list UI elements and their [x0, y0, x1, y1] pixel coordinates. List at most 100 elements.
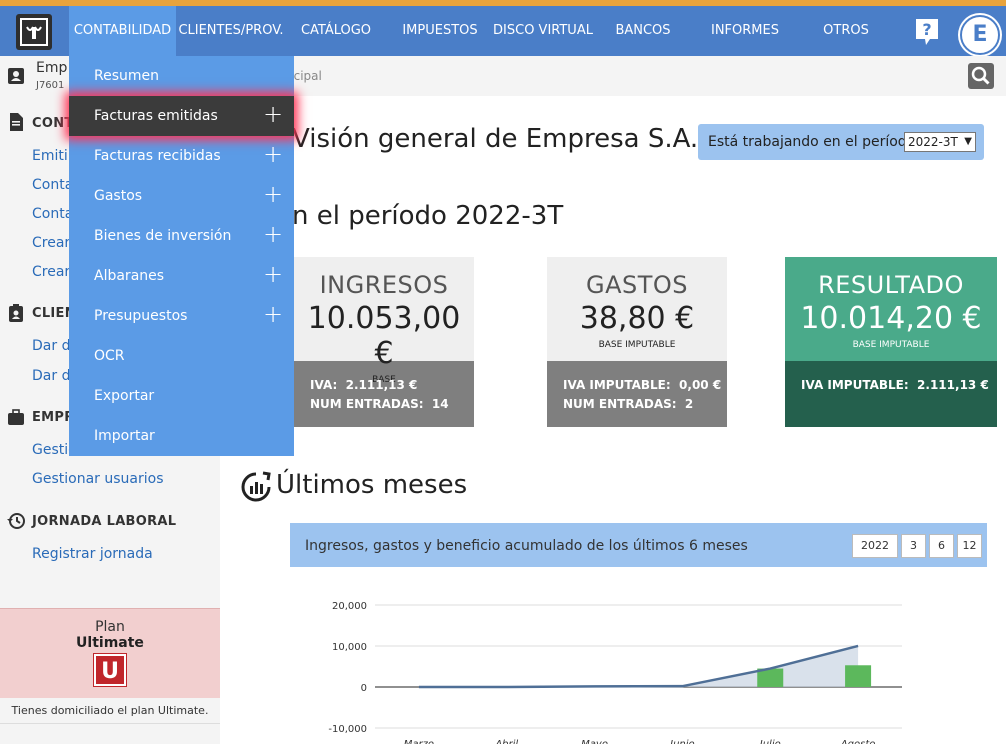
plus-icon[interactable]: + — [263, 222, 283, 246]
dropdown-item[interactable]: OCR — [69, 336, 294, 376]
dropdown-item[interactable]: Gastos + — [69, 176, 294, 216]
plan-box[interactable]: Plan Ultimate U — [0, 608, 220, 698]
dropdown-item[interactable]: Facturas emitidas + — [69, 96, 294, 136]
range-button-3[interactable]: 3 — [901, 534, 926, 558]
dropdown-item[interactable]: Importar — [69, 416, 294, 456]
nav-catalogo[interactable]: CATÁLOGO — [290, 6, 382, 56]
bar — [845, 665, 872, 687]
card-label: RESULTADO — [818, 271, 964, 299]
range-button-6[interactable]: 6 — [929, 534, 954, 558]
sidebar-link-registrar-jornada[interactable]: Registrar jornada — [32, 546, 153, 562]
plus-icon[interactable]: + — [263, 182, 283, 206]
dropdown-item-label: Facturas emitidas — [94, 108, 218, 124]
app-logo[interactable] — [16, 14, 52, 50]
chart-refresh-icon — [241, 471, 271, 502]
dropdown-item-label: Facturas recibidas — [94, 148, 221, 164]
nav-informes[interactable]: INFORMES — [700, 6, 790, 56]
plan-note: Tienes domiciliado el plan Ultimate. — [0, 698, 220, 724]
chart-panel: Ingresos, gastos y beneficio acumulado d… — [290, 523, 987, 744]
card-line-value: 2.111,13 € — [345, 378, 418, 392]
dropdown-item[interactable]: Resumen — [69, 56, 294, 96]
dropdown-item[interactable]: Albaranes + — [69, 256, 294, 296]
nav-disco-virtual[interactable]: DISCO VIRTUAL — [490, 6, 596, 56]
card-sub: BASE IMPUTABLE — [598, 340, 676, 350]
dropdown-item[interactable]: Presupuestos + — [69, 296, 294, 336]
sidebar-link-dar-2[interactable]: Dar d — [32, 368, 70, 384]
period-select-value: 2022-3T — [908, 135, 958, 149]
dropdown-item[interactable]: Facturas recibidas + — [69, 136, 294, 176]
dropdown-item-label: Gastos — [94, 188, 143, 204]
top-navbar: CONTABILIDAD CLIENTES/PROV. CATÁLOGO IMP… — [0, 6, 1006, 56]
period-select[interactable]: 2022-3T ▼ — [904, 132, 976, 152]
user-avatar[interactable]: E — [960, 15, 1000, 55]
chart-title: Ingresos, gastos y beneficio acumulado d… — [305, 538, 748, 554]
card-label: GASTOS — [585, 271, 689, 299]
sidebar-link-dar-1[interactable]: Dar d — [32, 338, 70, 354]
card-line-value: 2 — [684, 397, 694, 411]
card-line-value: 14 — [431, 397, 449, 411]
x-tick-label: Abril — [494, 739, 518, 744]
card-line-key: IVA: — [310, 378, 338, 392]
y-tick-label: -10,000 — [328, 724, 367, 735]
dropdown-item[interactable]: Bienes de inversión + — [69, 216, 294, 256]
nav-impuestos[interactable]: IMPUESTOS — [396, 6, 484, 56]
x-tick-label: Mayo — [581, 739, 608, 744]
period-heading: n el período 2022-3T — [292, 201, 564, 231]
card-line-value: 2.111,13 € — [917, 378, 989, 392]
y-tick-label: 20,000 — [332, 601, 367, 612]
plus-icon[interactable]: + — [263, 142, 283, 166]
card-line-key: IVA IMPUTABLE: — [801, 378, 909, 392]
range-button-12[interactable]: 12 — [957, 534, 982, 558]
history-icon — [7, 513, 25, 529]
card-label: INGRESOS — [319, 271, 449, 299]
plan-label: Plan — [95, 619, 125, 635]
plus-icon[interactable]: + — [263, 102, 283, 126]
user-card-icon — [8, 68, 24, 84]
nav-contabilidad[interactable]: CONTABILIDAD — [69, 6, 176, 56]
nav-clientes-prov[interactable]: CLIENTES/PROV. — [176, 6, 286, 56]
card-line-key: NUM ENTRADAS: — [563, 397, 677, 411]
sidebar-link-gestionar-usuarios[interactable]: Gestionar usuarios — [32, 471, 163, 487]
x-tick-label: Junio — [668, 739, 695, 744]
plan-badge: U — [93, 653, 127, 687]
sidebar-section-contabilidad[interactable]: CONT — [32, 116, 74, 131]
y-tick-label: 10,000 — [332, 642, 367, 653]
document-icon — [10, 113, 23, 131]
card-gastos[interactable]: GASTOS 38,80 € BASE IMPUTABLE IVA IMPUTA… — [547, 257, 727, 427]
dropdown-item[interactable]: Exportar — [69, 376, 294, 416]
sidebar-link-conta-1[interactable]: Conta — [32, 177, 73, 193]
company-name: Emp — [36, 60, 68, 76]
sidebar-section-jornada[interactable]: JORNADA LABORAL — [32, 514, 176, 529]
company-id: J7601 — [36, 80, 65, 91]
dropdown-item-label: Importar — [94, 428, 155, 444]
contabilidad-dropdown-menu: Resumen Facturas emitidas + Facturas recibi… — [69, 56, 294, 456]
period-label: Está trabajando en el período — [708, 134, 916, 150]
range-button-2022[interactable]: 2022 — [852, 534, 898, 558]
plan-name: Ultimate — [76, 635, 144, 651]
dropdown-item-label: Bienes de inversión — [94, 228, 232, 244]
y-tick-label: 0 — [361, 683, 367, 694]
sidebar-link-conta-2[interactable]: Conta — [32, 206, 73, 222]
summary-chart: 20,000 10,000 0 -10,000 Marzo Abril Mayo Junio J… — [328, 601, 902, 744]
card-ingresos[interactable]: INGRESOS 10.053,00 € BASE IVA: 2.111,13 … — [294, 257, 474, 427]
plus-icon[interactable]: + — [263, 302, 283, 326]
card-amount: 38,80 € — [579, 301, 695, 336]
line-area — [418, 645, 859, 687]
nav-bancos[interactable]: BANCOS — [604, 6, 682, 56]
x-tick-label: Agosto — [840, 739, 876, 744]
badge-icon — [9, 304, 23, 322]
period-box: Está trabajando en el período 2022-3T ▼ — [698, 124, 984, 160]
sidebar-link-emitir[interactable]: Emitir — [32, 148, 74, 164]
logo-icon — [20, 18, 48, 46]
help-button[interactable]: ? — [914, 17, 940, 47]
card-resultado[interactable]: RESULTADO 10.014,20 € BASE IMPUTABLE IVA… — [785, 257, 997, 427]
x-tick-label: Julio — [758, 739, 781, 744]
sidebar-link-crear-2[interactable]: Crear — [32, 264, 70, 280]
card-amount: 10.014,20 € — [800, 301, 982, 336]
dropdown-item-label: Resumen — [94, 68, 160, 84]
sidebar-link-crear-1[interactable]: Crear — [32, 235, 70, 251]
search-button[interactable] — [968, 63, 994, 89]
nav-otros[interactable]: OTROS — [810, 6, 882, 56]
plus-icon[interactable]: + — [263, 262, 283, 286]
card-line-key: NUM ENTRADAS: — [310, 397, 424, 411]
